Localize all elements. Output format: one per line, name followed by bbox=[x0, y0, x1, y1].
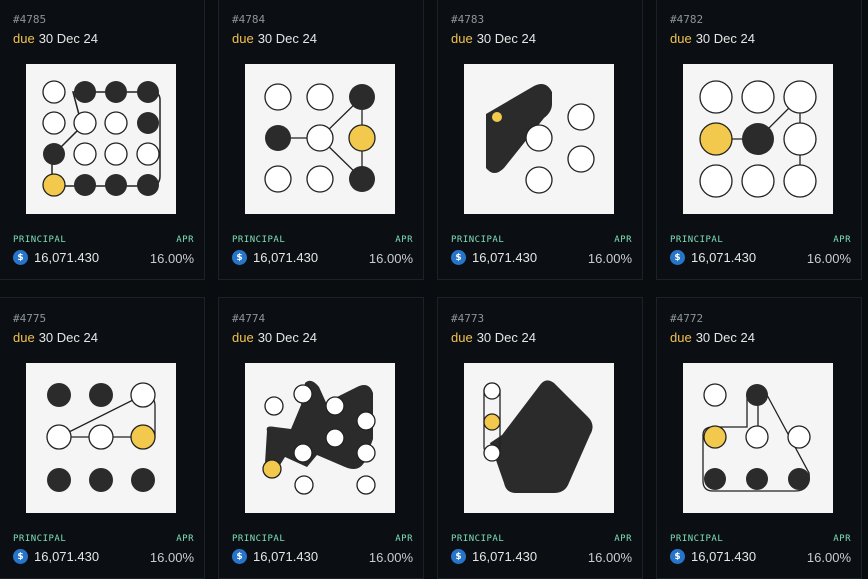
loan-id: #4783 bbox=[451, 13, 485, 26]
usdc-icon: $ bbox=[670, 250, 685, 265]
loan-id: #4775 bbox=[13, 312, 47, 325]
apr-value: 16.00% bbox=[587, 251, 632, 266]
nft-thumbnail[interactable] bbox=[245, 64, 395, 214]
apr-label: APR bbox=[614, 235, 632, 245]
apr-value: 16.00% bbox=[149, 550, 194, 565]
pattern-art bbox=[702, 383, 811, 492]
apr-value: 16.00% bbox=[368, 550, 413, 565]
usdc-icon: $ bbox=[232, 549, 247, 564]
pattern-art bbox=[699, 80, 817, 198]
principal-label: PRINCIPAL bbox=[13, 235, 67, 245]
due-date: due 30 Dec 24 bbox=[451, 31, 536, 46]
loan-card[interactable]: #4782 due 30 Dec 24 PRINCIPAL APR $ 16,07… bbox=[656, 0, 862, 280]
apr-value: 16.00% bbox=[149, 251, 194, 266]
apr-label: APR bbox=[614, 534, 632, 544]
principal-amount: $ 16,071.430 bbox=[451, 549, 537, 564]
principal-amount: $ 16,071.430 bbox=[670, 549, 756, 564]
apr-value: 16.00% bbox=[806, 251, 851, 266]
apr-label: APR bbox=[833, 235, 851, 245]
loan-card[interactable]: #4772 due 30 Dec 24 PRINCIPAL APR $ 16,07… bbox=[656, 297, 862, 579]
principal-label: PRINCIPAL bbox=[670, 235, 724, 245]
loan-card[interactable]: #4785 due 30 Dec 24 PRINCIPAL APR $ 16,0… bbox=[0, 0, 205, 280]
usdc-icon: $ bbox=[670, 549, 685, 564]
nft-thumbnail[interactable] bbox=[245, 363, 395, 513]
loan-card[interactable]: #4775 due 30 Dec 24 PRINCIPAL APR $ 16,07… bbox=[0, 297, 205, 579]
principal-label: PRINCIPAL bbox=[451, 235, 505, 245]
loan-grid: #4785 due 30 Dec 24 PRINCIPAL APR $ 16,0… bbox=[0, 0, 868, 579]
loan-card[interactable]: #4783 due 30 Dec 24 PRINCIPAL APR $ 16,07… bbox=[437, 0, 643, 280]
nft-thumbnail[interactable] bbox=[26, 363, 176, 513]
principal-amount: $ 16,071.430 bbox=[13, 549, 99, 564]
principal-label: PRINCIPAL bbox=[232, 235, 286, 245]
principal-label: PRINCIPAL bbox=[232, 534, 286, 544]
nft-thumbnail[interactable] bbox=[683, 363, 833, 513]
loan-id: #4773 bbox=[451, 312, 485, 325]
pattern-art bbox=[486, 84, 595, 194]
pattern-art bbox=[262, 380, 376, 495]
nft-thumbnail[interactable] bbox=[464, 64, 614, 214]
usdc-icon: $ bbox=[13, 549, 28, 564]
principal-amount: $ 16,071.430 bbox=[13, 250, 99, 265]
principal-amount: $ 16,071.430 bbox=[232, 250, 318, 265]
loan-card[interactable]: #4773 due 30 Dec 24 PRINCIPAL APR $ 16,07… bbox=[437, 297, 643, 579]
loan-id: #4784 bbox=[232, 13, 266, 26]
due-date: due 30 Dec 24 bbox=[451, 330, 536, 345]
pattern-art bbox=[46, 382, 156, 492]
usdc-icon: $ bbox=[232, 250, 247, 265]
principal-label: PRINCIPAL bbox=[13, 534, 67, 544]
apr-label: APR bbox=[833, 534, 851, 544]
due-date: due 30 Dec 24 bbox=[232, 31, 317, 46]
apr-value: 16.00% bbox=[806, 550, 851, 565]
loan-id: #4782 bbox=[670, 13, 704, 26]
apr-label: APR bbox=[176, 235, 194, 245]
principal-amount: $ 16,071.430 bbox=[232, 549, 318, 564]
apr-label: APR bbox=[176, 534, 194, 544]
loan-card[interactable]: #4774 due 30 Dec 24 PRINCIPAL APR $ 16,07… bbox=[218, 297, 424, 579]
pattern-art bbox=[264, 83, 376, 193]
due-date: due 30 Dec 24 bbox=[13, 330, 98, 345]
due-date: due 30 Dec 24 bbox=[13, 31, 98, 46]
pattern-art bbox=[483, 380, 593, 493]
nft-thumbnail[interactable] bbox=[683, 64, 833, 214]
nft-thumbnail[interactable] bbox=[464, 363, 614, 513]
nft-thumbnail[interactable] bbox=[26, 64, 176, 214]
principal-label: PRINCIPAL bbox=[670, 534, 724, 544]
apr-label: APR bbox=[395, 235, 413, 245]
loan-card[interactable]: #4784 due30 Dec 24 PRINCIPAL APR $ 16,0 bbox=[218, 0, 424, 280]
loan-id: #4785 bbox=[13, 13, 47, 26]
principal-amount: $ 16,071.430 bbox=[451, 250, 537, 265]
apr-label: APR bbox=[395, 534, 413, 544]
apr-value: 16.00% bbox=[368, 251, 413, 266]
apr-value: 16.00% bbox=[587, 550, 632, 565]
due-date: due 30 Dec 24 bbox=[232, 330, 317, 345]
principal-amount: $ 16,071.430 bbox=[670, 250, 756, 265]
due-date: due 30 Dec 24 bbox=[670, 31, 755, 46]
loan-id: #4774 bbox=[232, 312, 266, 325]
pattern-art bbox=[42, 80, 161, 197]
principal-label: PRINCIPAL bbox=[451, 534, 505, 544]
usdc-icon: $ bbox=[451, 549, 466, 564]
usdc-icon: $ bbox=[13, 250, 28, 265]
loan-id: #4772 bbox=[670, 312, 704, 325]
due-date: due 30 Dec 24 bbox=[670, 330, 755, 345]
usdc-icon: $ bbox=[451, 250, 466, 265]
